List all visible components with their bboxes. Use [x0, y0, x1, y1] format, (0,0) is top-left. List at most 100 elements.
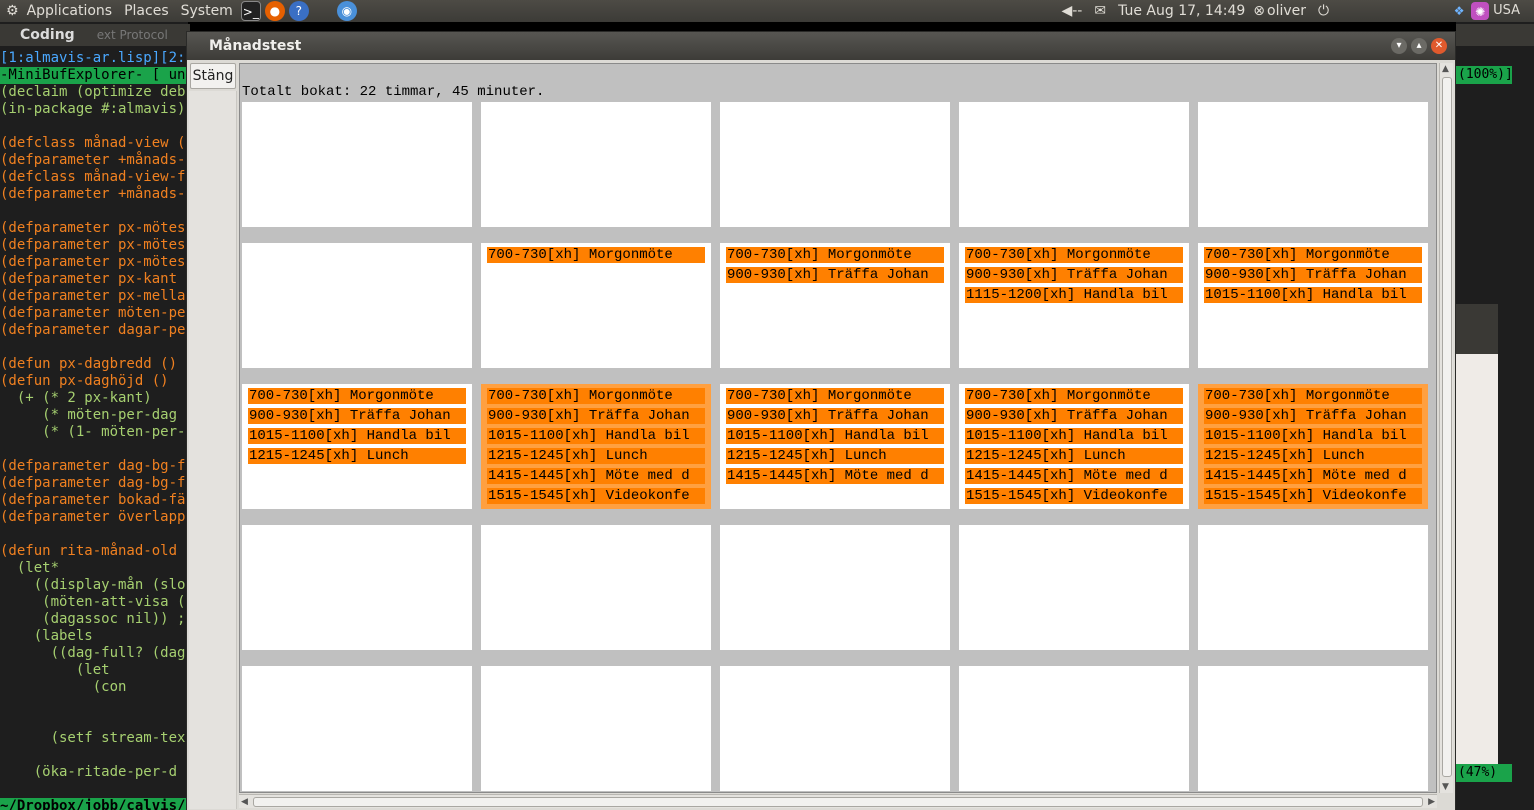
day-cell[interactable]: 700-730[xh] Morgonmöte 900-930[xh] Träffa… — [720, 384, 950, 509]
event-entry[interactable]: 1015-1100[xh] Handla bil — [1204, 287, 1422, 303]
indicator-icon[interactable]: ✺ — [1471, 2, 1490, 20]
event-entry[interactable]: 1415-1445[xh] Möte med d — [726, 468, 944, 484]
event-entry[interactable]: 700-730[xh] Morgonmöte — [726, 388, 944, 404]
scroll-right-icon[interactable]: ▶ — [1428, 797, 1435, 807]
day-cell[interactable]: 700-730[xh] Morgonmöte 900-930[xh] Träffa… — [1198, 384, 1428, 509]
event-entry[interactable]: 700-730[xh] Morgonmöte — [1204, 388, 1422, 404]
event-entry[interactable]: 900-930[xh] Träffa Johan — [1204, 267, 1422, 283]
day-cell[interactable] — [720, 102, 950, 227]
menu-places[interactable]: Places — [118, 0, 175, 22]
day-cell[interactable] — [720, 525, 950, 650]
close-window-button[interactable]: ✕ — [1431, 38, 1447, 54]
day-cell[interactable]: 700-730[xh] Morgonmöte 900-930[xh] Träffa… — [959, 243, 1189, 368]
event-entry[interactable]: 700-730[xh] Morgonmöte — [487, 388, 705, 404]
event-entry[interactable]: 1515-1545[xh] Videokonfe — [1204, 488, 1422, 504]
day-cell[interactable] — [1198, 102, 1428, 227]
day-cell[interactable] — [959, 102, 1189, 227]
event-list: 700-730[xh] Morgonmöte 900-930[xh] Träffa… — [1198, 388, 1428, 504]
day-cell[interactable] — [1198, 666, 1428, 791]
emacs-line: (in-package #:almavis) — [0, 101, 188, 117]
clock[interactable]: Tue Aug 17, 14:49 — [1112, 0, 1251, 22]
maximize-button[interactable]: ▴ — [1411, 38, 1427, 54]
event-entry[interactable]: 1015-1100[xh] Handla bil — [965, 428, 1183, 444]
day-cell[interactable]: 700-730[xh] Morgonmöte 900-930[xh] Träffa… — [481, 384, 711, 509]
ubuntu-logo-icon[interactable]: ⚙ — [0, 0, 21, 22]
event-entry[interactable]: 900-930[xh] Träffa Johan — [248, 408, 466, 424]
event-entry[interactable]: 1015-1100[xh] Handla bil — [726, 428, 944, 444]
day-cell[interactable] — [959, 525, 1189, 650]
emacs-line — [0, 696, 188, 713]
event-entry[interactable]: 1515-1545[xh] Videokonfe — [487, 488, 705, 504]
day-cell[interactable]: 700-730[xh] Morgonmöte — [481, 243, 711, 368]
event-entry[interactable]: 1215-1245[xh] Lunch — [487, 448, 705, 464]
event-entry[interactable]: 1215-1245[xh] Lunch — [1204, 448, 1422, 464]
event-entry[interactable]: 700-730[xh] Morgonmöte — [965, 388, 1183, 404]
day-cell[interactable]: 700-730[xh] Morgonmöte 900-930[xh] Träffa… — [959, 384, 1189, 509]
vertical-scrollbar[interactable]: ▲ ▼ — [1439, 63, 1453, 793]
emacs-line: (* möten-per-dag px — [0, 407, 188, 423]
event-entry[interactable]: 700-730[xh] Morgonmöte — [487, 247, 705, 263]
emacs-line: (defparameter +månads-vy — [0, 152, 188, 168]
menu-system[interactable]: System — [175, 0, 239, 22]
user-name[interactable]: oliver — [1267, 0, 1312, 22]
close-button[interactable]: Stäng — [190, 63, 236, 89]
day-cell[interactable] — [242, 243, 472, 368]
day-cell[interactable] — [481, 666, 711, 791]
mail-icon[interactable]: ✉ — [1088, 0, 1112, 22]
scroll-down-icon[interactable]: ▼ — [1442, 782, 1449, 792]
scroll-up-icon[interactable]: ▲ — [1442, 64, 1449, 74]
firefox-icon[interactable]: ● — [264, 1, 285, 21]
event-entry[interactable]: 700-730[xh] Morgonmöte — [965, 247, 1183, 263]
event-entry[interactable]: 900-930[xh] Träffa Johan — [726, 408, 944, 424]
event-entry[interactable]: 900-930[xh] Träffa Johan — [965, 267, 1183, 283]
chromium-icon[interactable]: ◉ — [336, 1, 357, 21]
day-cell[interactable]: 700-730[xh] Morgonmöte 900-930[xh] Träffa… — [720, 243, 950, 368]
menu-applications[interactable]: Applications — [21, 0, 119, 22]
day-cell[interactable] — [959, 666, 1189, 791]
event-entry[interactable]: 1215-1245[xh] Lunch — [965, 448, 1183, 464]
event-entry[interactable]: 900-930[xh] Träffa Johan — [1204, 408, 1422, 424]
event-entry[interactable]: 1115-1200[xh] Handla bil — [965, 287, 1183, 303]
event-entry[interactable]: 900-930[xh] Träffa Johan — [726, 267, 944, 283]
horizontal-scrollbar[interactable]: ◀ ▶ — [239, 794, 1437, 808]
power-icon[interactable]: ⏻ — [1312, 0, 1449, 22]
month-view: Totalt bokat: 22 timmar, 45 minuter. 700… — [239, 63, 1437, 793]
day-cell[interactable] — [242, 666, 472, 791]
vertical-scroll-thumb[interactable] — [1442, 77, 1452, 777]
event-entry[interactable]: 1415-1445[xh] Möte med d — [965, 468, 1183, 484]
event-entry[interactable]: 1215-1245[xh] Lunch — [248, 448, 466, 464]
scroll-left-icon[interactable]: ◀ — [241, 797, 248, 807]
emacs-line: (defparameter px-möteste — [0, 254, 188, 270]
event-entry[interactable]: 1015-1100[xh] Handla bil — [487, 428, 705, 444]
emacs-line: (defun px-daghöjd () — [0, 373, 169, 389]
keyboard-layout[interactable]: USA — [1491, 0, 1534, 22]
event-entry[interactable]: 1015-1100[xh] Handla bil — [248, 428, 466, 444]
day-cell[interactable] — [242, 525, 472, 650]
emacs-line: (öka-ritade-per-d — [0, 764, 178, 780]
event-entry[interactable]: 1215-1245[xh] Lunch — [726, 448, 944, 464]
event-entry[interactable]: 1015-1100[xh] Handla bil — [1204, 428, 1422, 444]
event-entry[interactable]: 1515-1545[xh] Videokonfe — [965, 488, 1183, 504]
horizontal-scroll-thumb[interactable] — [253, 797, 1423, 807]
volume-icon[interactable]: ◀‑‑ — [1055, 0, 1088, 22]
event-entry[interactable]: 900-930[xh] Träffa Johan — [965, 408, 1183, 424]
dropbox-icon[interactable]: ❖ — [1451, 1, 1467, 21]
day-cell[interactable] — [481, 525, 711, 650]
help-icon[interactable]: ? — [288, 1, 309, 21]
day-cell[interactable] — [481, 102, 711, 227]
day-cell[interactable]: 700-730[xh] Morgonmöte 900-930[xh] Träffa… — [242, 384, 472, 509]
window-titlebar[interactable]: Månadstest ▾ ▴ ✕ — [187, 32, 1455, 60]
day-cell[interactable] — [1198, 525, 1428, 650]
day-cell[interactable]: 700-730[xh] Morgonmöte 900-930[xh] Träffa… — [1198, 243, 1428, 368]
day-cell[interactable] — [242, 102, 472, 227]
day-cell[interactable] — [720, 666, 950, 791]
event-entry[interactable]: 700-730[xh] Morgonmöte — [248, 388, 466, 404]
emacs-line: (defparameter överlappar — [0, 509, 188, 525]
event-entry[interactable]: 1415-1445[xh] Möte med d — [1204, 468, 1422, 484]
event-entry[interactable]: 1415-1445[xh] Möte med d — [487, 468, 705, 484]
event-entry[interactable]: 700-730[xh] Morgonmöte — [1204, 247, 1422, 263]
minimize-button[interactable]: ▾ — [1391, 38, 1407, 54]
event-entry[interactable]: 900-930[xh] Träffa Johan — [487, 408, 705, 424]
terminal-icon[interactable]: >_ — [240, 1, 261, 21]
event-entry[interactable]: 700-730[xh] Morgonmöte — [726, 247, 944, 263]
